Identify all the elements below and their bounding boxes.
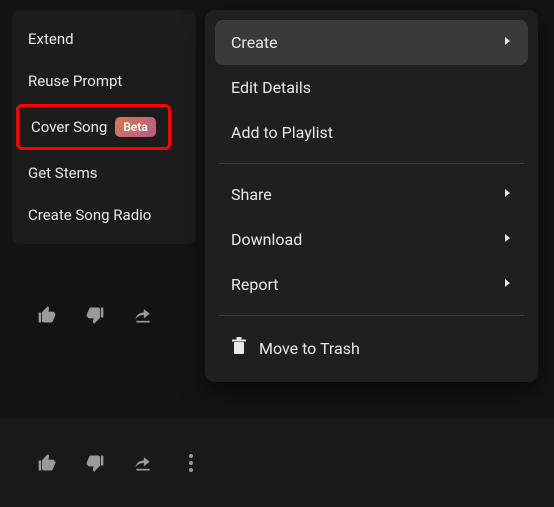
more-options-icon[interactable] bbox=[180, 452, 202, 474]
thumbs-down-icon[interactable] bbox=[84, 452, 106, 474]
menu-item-label: Report bbox=[231, 275, 279, 294]
menu-item-share[interactable]: Share bbox=[215, 172, 528, 217]
menu-item-create[interactable]: Create bbox=[215, 20, 528, 65]
trash-icon bbox=[231, 337, 247, 359]
menu-item-edit-details[interactable]: Edit Details bbox=[215, 65, 528, 110]
highlight-box: Cover Song Beta bbox=[16, 104, 171, 150]
menu-item-label: Cover Song bbox=[31, 118, 107, 136]
menu-item-label: Move to Trash bbox=[259, 339, 360, 358]
menu-item-label: Share bbox=[231, 185, 272, 204]
thumbs-down-icon[interactable] bbox=[84, 304, 106, 326]
menu-item-reuse-prompt[interactable]: Reuse Prompt bbox=[12, 60, 196, 102]
chevron-right-icon bbox=[504, 36, 512, 49]
menu-item-label: Reuse Prompt bbox=[28, 72, 122, 90]
thumbs-up-icon[interactable] bbox=[36, 304, 58, 326]
menu-item-get-stems[interactable]: Get Stems bbox=[12, 152, 196, 194]
menu-item-label: Edit Details bbox=[231, 78, 311, 97]
chevron-right-icon bbox=[504, 278, 512, 291]
menu-item-label: Extend bbox=[28, 30, 74, 48]
left-context-menu: Extend Reuse Prompt Cover Song Beta Get … bbox=[12, 10, 196, 244]
menu-item-extend[interactable]: Extend bbox=[12, 18, 196, 60]
action-icon-row-bottom bbox=[36, 452, 202, 474]
chevron-right-icon bbox=[504, 188, 512, 201]
chevron-right-icon bbox=[504, 233, 512, 246]
menu-item-label: Get Stems bbox=[28, 164, 97, 182]
menu-item-add-to-playlist[interactable]: Add to Playlist bbox=[215, 110, 528, 155]
menu-item-download[interactable]: Download bbox=[215, 217, 528, 262]
menu-item-label: Download bbox=[231, 230, 302, 249]
menu-divider bbox=[219, 315, 524, 316]
menu-item-label: Create bbox=[231, 33, 278, 52]
share-icon[interactable] bbox=[132, 452, 154, 474]
menu-item-report[interactable]: Report bbox=[215, 262, 528, 307]
thumbs-up-icon[interactable] bbox=[36, 452, 58, 474]
share-icon[interactable] bbox=[132, 304, 154, 326]
menu-divider bbox=[219, 163, 524, 164]
beta-badge: Beta bbox=[115, 117, 156, 137]
menu-item-create-song-radio[interactable]: Create Song Radio bbox=[12, 194, 196, 236]
menu-item-cover-song[interactable]: Cover Song Beta bbox=[12, 102, 196, 152]
menu-item-label: Create Song Radio bbox=[28, 206, 151, 224]
menu-item-label: Add to Playlist bbox=[231, 123, 333, 142]
action-icon-row bbox=[36, 304, 154, 326]
menu-item-move-to-trash[interactable]: Move to Trash bbox=[215, 324, 528, 372]
right-context-menu: Create Edit Details Add to Playlist Shar… bbox=[205, 10, 538, 382]
